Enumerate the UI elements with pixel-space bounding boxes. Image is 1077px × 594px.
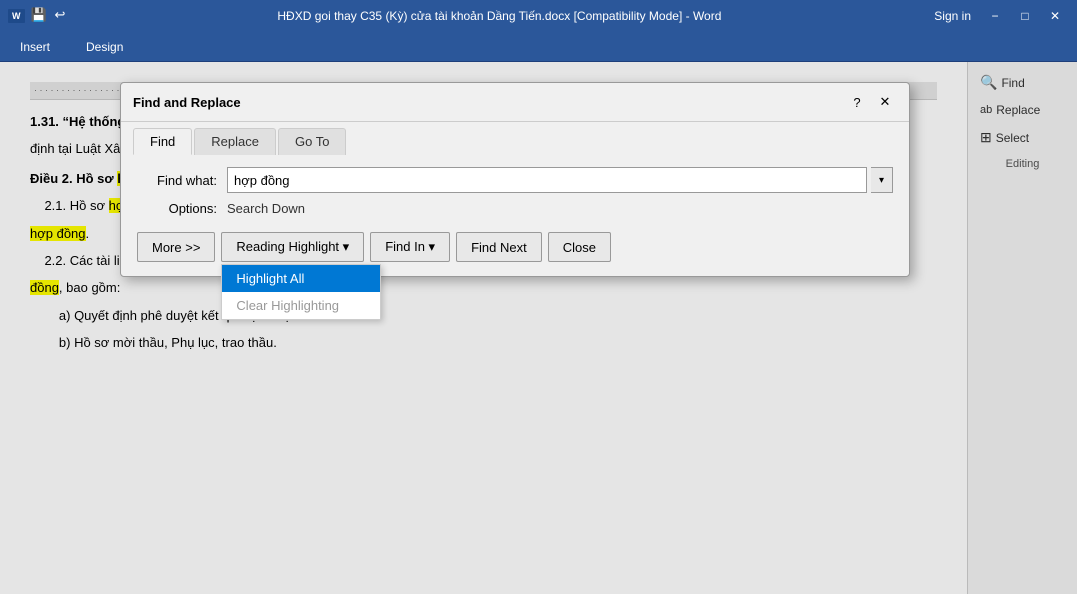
find-dropdown-btn[interactable]: ▾ [871,167,893,193]
options-row: Options: Search Down [137,201,893,216]
find-replace-dialog: Find and Replace ? ✕ Find Replace Go To … [120,82,910,277]
reading-highlight-container: Reading Highlight ▾ Highlight All Clear … [221,232,364,262]
find-what-row: Find what: ▾ [137,167,893,193]
clear-highlighting-item[interactable]: Clear Highlighting [222,292,380,319]
document-area: 🔍 Find ab Replace ⊞ Select Editing · · ·… [0,62,1077,594]
close-window-button[interactable]: ✕ [1041,2,1069,30]
title-bar: W 💾 ↩ HĐXD goi thay C35 (Kỳ) cửa tài kho… [0,0,1077,32]
maximize-button[interactable]: □ [1011,2,1039,30]
dialog-titlebar: Find and Replace ? ✕ [121,83,909,122]
signin-button[interactable]: Sign in [926,2,979,30]
ribbon: Insert Design [0,32,1077,62]
tab-find[interactable]: Find [133,128,192,155]
tab-replace[interactable]: Replace [194,128,276,155]
find-in-button[interactable]: Find In ▾ [370,232,450,262]
dialog-title: Find and Replace [133,95,241,110]
dialog-help-button[interactable]: ? [845,91,869,113]
dialog-close-btn[interactable]: Close [548,232,611,262]
dialog-tabs: Find Replace Go To [121,122,909,155]
minimize-button[interactable]: − [981,2,1009,30]
title-bar-app-icons: W 💾 ↩ [8,7,73,25]
find-what-input[interactable] [227,167,867,193]
tab-goto[interactable]: Go To [278,128,346,155]
save-icon[interactable]: 💾 [31,7,49,25]
reading-highlight-dropdown: Highlight All Clear Highlighting [221,264,381,320]
ribbon-tab-design[interactable]: Design [78,36,131,58]
highlight-all-item[interactable]: Highlight All [222,265,380,292]
options-label: Options: [137,201,227,216]
dialog-titlebar-buttons: ? ✕ [845,91,897,113]
window-controls: Sign in − □ ✕ [926,2,1069,30]
find-next-button[interactable]: Find Next [456,232,542,262]
undo-icon[interactable]: ↩ [55,7,73,25]
dialog-close-button[interactable]: ✕ [873,91,897,113]
window-title: HĐXD goi thay C35 (Kỳ) cửa tài khoản Dần… [73,9,927,23]
dialog-body: Find what: ▾ Options: Search Down More >… [121,155,909,276]
find-input-container: ▾ [227,167,893,193]
reading-highlight-button[interactable]: Reading Highlight ▾ [221,232,364,262]
options-value: Search Down [227,201,305,216]
find-what-label: Find what: [137,173,227,188]
more-button[interactable]: More >> [137,232,215,262]
word-icon: W [8,9,25,23]
ribbon-tab-insert[interactable]: Insert [12,36,58,58]
dialog-action-buttons: More >> Reading Highlight ▾ Highlight Al… [137,232,893,262]
